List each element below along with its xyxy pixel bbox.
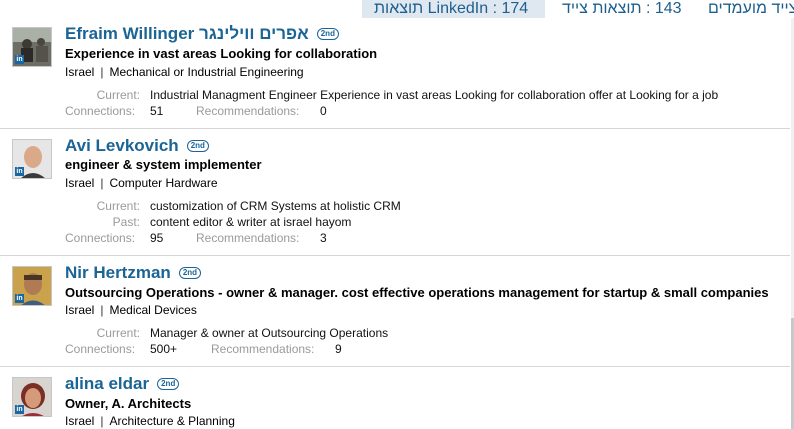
profile-headline: Owner, A. Architects	[65, 396, 192, 411]
location-line: Israel | Medical Devices	[65, 303, 197, 317]
connections-label: Connections:	[65, 342, 136, 356]
degree-badge: 2nd	[178, 267, 202, 279]
location-line: Israel | Mechanical or Industrial Engineer…	[65, 65, 304, 79]
profile-headline: Experience in vast areas Looking for col…	[65, 46, 378, 61]
current-label: Current:	[96, 326, 140, 340]
connections-label: Connections:	[65, 231, 136, 245]
tab-linkedin-results[interactable]: LinkedIn : 174 תוצאות	[362, 0, 545, 18]
linkedin-badge-icon: in	[15, 405, 24, 414]
avatar[interactable]: in	[12, 27, 52, 67]
profile-headline: engineer & system implementer	[65, 157, 262, 172]
degree-badge: 2nd	[186, 140, 209, 152]
recommendations-count: 9	[335, 342, 342, 356]
profile-name: Nir Hertzman	[65, 263, 171, 282]
degree-badge: 2nd	[157, 378, 180, 390]
result-divider	[0, 128, 790, 129]
avatar[interactable]: in	[12, 139, 52, 179]
profile-name: alina eldar	[65, 374, 150, 393]
industry: Medical Devices	[109, 303, 197, 317]
connections-count: 95	[150, 231, 164, 245]
connections-label: Connections:	[65, 104, 136, 118]
recommendations-count: 0	[320, 104, 327, 118]
recommendations-label: Recommendations:	[196, 231, 300, 245]
current-label: Current:	[96, 199, 140, 213]
current-position: customization of CRM Systems at holistic…	[150, 199, 401, 213]
connections-count: 500+	[150, 342, 178, 356]
location-line: Israel | Computer Hardware	[65, 176, 218, 190]
profile-headline: Outsourcing Operations - owner & manager…	[65, 285, 769, 300]
results-tab-bar: LinkedIn : 174 תוצאות 143 : תוצאות צייד …	[0, 0, 794, 18]
past-label: Past:	[112, 215, 140, 229]
location: Israel	[65, 414, 95, 428]
current-position: Manager & owner at Outsourcing Operation…	[150, 326, 389, 340]
linkedin-badge-icon: in	[15, 55, 24, 64]
current-position: Industrial Managment Engineer Experience…	[150, 88, 719, 102]
degree-badge: 2nd	[316, 28, 339, 40]
location: Israel	[65, 65, 95, 79]
profile-name-link[interactable]: Efraim Willinger אפרים ווילינגר 2nd	[65, 24, 339, 44]
tab-featured-candidates[interactable]: צייד מועמדים	[708, 0, 794, 18]
avatar[interactable]: in	[12, 266, 52, 306]
location-line: Israel | Architecture & Planning	[65, 414, 235, 428]
linkedin-badge-icon: in	[15, 294, 24, 303]
location: Israel	[65, 176, 95, 190]
result-divider	[0, 366, 790, 367]
industry: Computer Hardware	[109, 176, 218, 190]
tab-linkedin-label: LinkedIn : 174 תוצאות	[374, 0, 529, 17]
avatar[interactable]: in	[12, 377, 52, 417]
industry: Architecture & Planning	[109, 414, 235, 428]
connections-count: 51	[150, 104, 164, 118]
recommendations-count: 3	[320, 231, 327, 245]
past-position: content editor & writer at israel hayom	[150, 215, 352, 229]
result-divider	[0, 255, 790, 256]
recommendations-label: Recommendations:	[196, 104, 300, 118]
profile-name-link[interactable]: Nir Hertzman 2nd	[65, 263, 202, 283]
tab-recruiter-results[interactable]: 143 : תוצאות צייד	[562, 0, 682, 18]
profile-name-link[interactable]: Avi Levkovich 2nd	[65, 136, 209, 156]
current-label: Current:	[96, 88, 140, 102]
industry: Mechanical or Industrial Engineering	[109, 65, 304, 79]
profile-name-link[interactable]: alina eldar 2nd	[65, 374, 180, 394]
location: Israel	[65, 303, 95, 317]
profile-name: Efraim Willinger אפרים ווילינגר	[65, 24, 309, 43]
linkedin-badge-icon: in	[15, 167, 24, 176]
recommendations-label: Recommendations:	[211, 342, 315, 356]
profile-name: Avi Levkovich	[65, 136, 179, 155]
